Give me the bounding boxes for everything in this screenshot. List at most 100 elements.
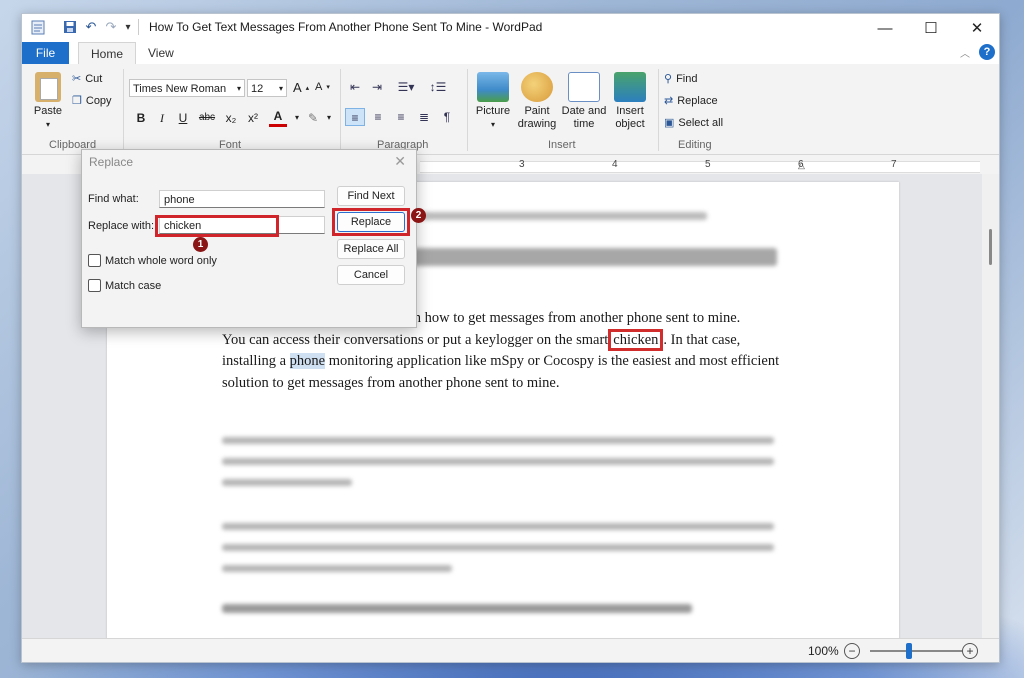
annotation-box-replace-button xyxy=(332,208,410,236)
italic-button[interactable]: I xyxy=(153,109,171,127)
redo-icon[interactable]: ↷ xyxy=(103,19,119,35)
paragraph-settings-icon[interactable]: ¶ xyxy=(437,108,457,126)
maximize-button[interactable]: ☐ xyxy=(908,14,954,42)
window-title: How To Get Text Messages From Another Ph… xyxy=(149,20,543,34)
cut-label: Cut xyxy=(85,72,103,85)
ribbon-tabs: File Home View ︿ ? xyxy=(22,42,999,65)
bold-button[interactable]: B xyxy=(132,109,150,127)
vertical-scrollbar[interactable] xyxy=(982,174,999,638)
align-right-icon[interactable]: ≡ xyxy=(391,108,411,126)
replace-all-button[interactable]: Replace All xyxy=(337,239,405,259)
font-size-select[interactable]: 12 ▾ xyxy=(247,79,287,97)
ruler-mark: 5 xyxy=(705,159,711,170)
ruler-mark: 7 xyxy=(891,159,897,170)
collapse-ribbon-icon[interactable]: ︿ xyxy=(960,45,970,60)
tab-home[interactable]: Home xyxy=(78,42,137,65)
match-case-label: Match case xyxy=(105,279,162,292)
ruler-mark: 4 xyxy=(612,159,618,170)
chevron-down-icon: ▾ xyxy=(236,84,241,93)
align-left-icon[interactable]: ≡ xyxy=(345,108,365,126)
insert-object-button[interactable]: Insert object xyxy=(607,72,653,131)
close-icon[interactable]: ✕ xyxy=(394,153,406,170)
decrease-indent-icon[interactable]: ⇤ xyxy=(345,78,365,96)
shrink-font-icon[interactable]: A ▾ xyxy=(315,81,330,93)
insert-group-label: Insert xyxy=(548,139,576,151)
title-bar: ↶ ↷ ▾ How To Get Text Messages From Anot… xyxy=(22,14,999,42)
picture-button[interactable]: Picture ▾ xyxy=(470,72,516,131)
group-separator xyxy=(123,69,124,151)
document-line: solution to get messages from another ph… xyxy=(222,373,782,395)
help-icon[interactable]: ? xyxy=(979,44,995,60)
divider xyxy=(138,19,139,35)
wordpad-app-icon[interactable] xyxy=(30,19,46,35)
document-line-text: . In that case, xyxy=(663,331,741,348)
object-icon xyxy=(614,72,646,102)
select-all-button[interactable]: ▣ Select all xyxy=(664,116,724,130)
paste-dropdown-icon: ▾ xyxy=(45,120,50,129)
customize-icon[interactable]: ▾ xyxy=(122,19,134,35)
paste-button[interactable]: Paste ▾ xyxy=(26,72,70,131)
group-separator xyxy=(467,69,468,151)
annotation-badge-1: 1 xyxy=(193,237,208,252)
cut-button[interactable]: ✂ Cut xyxy=(72,72,103,86)
wordpad-window: ↶ ↷ ▾ How To Get Text Messages From Anot… xyxy=(21,13,1000,663)
document-line-text: You can access their conversations or pu… xyxy=(222,331,609,348)
object-label-2: object xyxy=(615,118,645,130)
minimize-button[interactable]: — xyxy=(862,14,908,42)
object-label-1: Insert xyxy=(616,105,644,117)
right-indent-marker[interactable]: △ xyxy=(798,160,805,171)
match-whole-word-label: Match whole word only xyxy=(105,254,217,267)
paste-label: Paste xyxy=(33,105,63,117)
text-color-button[interactable]: A xyxy=(269,109,287,127)
chevron-down-icon: ▾ xyxy=(490,120,495,129)
match-whole-word-checkbox[interactable]: Match whole word only xyxy=(88,254,217,267)
increase-indent-icon[interactable]: ⇥ xyxy=(367,78,387,96)
font-family-select[interactable]: Times New Roman ▾ xyxy=(129,79,245,97)
cancel-button[interactable]: Cancel xyxy=(337,265,405,285)
document-line-text: solution to get messages from another ph… xyxy=(222,374,560,391)
find-button[interactable]: ⚲ Find xyxy=(664,72,697,86)
subscript-button[interactable]: x₂ xyxy=(222,109,240,127)
copy-icon: ❐ xyxy=(72,95,82,107)
font-size-value: 12 xyxy=(251,83,264,95)
replace-ribbon-label: Replace xyxy=(677,94,718,107)
strikethrough-button[interactable]: abc xyxy=(195,109,219,127)
document-line-text: installing a xyxy=(222,353,290,369)
editing-group-label: Editing xyxy=(678,139,712,151)
blurred-paragraph-2 xyxy=(222,430,774,486)
zoom-slider-track[interactable] xyxy=(870,650,962,652)
justify-icon[interactable]: ≣ xyxy=(414,108,434,126)
find-next-button[interactable]: Find Next xyxy=(337,186,405,206)
ruler-mark: 3 xyxy=(519,159,525,170)
group-separator xyxy=(658,69,659,151)
date-time-button[interactable]: Date and time xyxy=(561,72,607,131)
chevron-down-icon[interactable]: ▾ xyxy=(320,109,338,127)
find-what-input[interactable]: phone xyxy=(159,190,325,208)
align-center-icon[interactable]: ≡ xyxy=(368,108,388,126)
line-spacing-icon[interactable]: ↕☰ xyxy=(424,78,452,96)
replaced-word-highlight: chicken xyxy=(608,328,664,351)
checkbox-box xyxy=(88,254,101,267)
scrollbar-thumb[interactable] xyxy=(989,229,992,265)
paint-drawing-button[interactable]: Paint drawing xyxy=(514,72,560,131)
undo-icon[interactable]: ↶ xyxy=(83,19,99,35)
copy-label: Copy xyxy=(85,94,112,107)
select-all-label: Select all xyxy=(678,116,724,129)
zoom-in-icon[interactable]: + xyxy=(962,643,978,659)
copy-button[interactable]: ❐ Copy xyxy=(72,94,112,108)
save-icon[interactable] xyxy=(62,19,78,35)
annotation-box-replace-field xyxy=(155,215,279,237)
zoom-out-icon[interactable]: − xyxy=(844,643,860,659)
match-case-checkbox[interactable]: Match case xyxy=(88,279,161,292)
close-button[interactable]: ✕ xyxy=(954,14,999,42)
bullets-icon[interactable]: ☰▾ xyxy=(392,78,420,96)
document-line: You can access their conversations or pu… xyxy=(222,328,782,352)
grow-font-icon[interactable]: A ▴ xyxy=(293,80,309,95)
date-label-2: time xyxy=(573,118,595,130)
tab-view[interactable]: View xyxy=(136,42,186,64)
tab-file[interactable]: File xyxy=(22,42,69,64)
zoom-slider-thumb[interactable] xyxy=(906,643,912,659)
superscript-button[interactable]: x² xyxy=(244,109,262,127)
underline-button[interactable]: U xyxy=(174,109,192,127)
replace-ribbon-button[interactable]: ⇄ Replace xyxy=(664,94,718,108)
